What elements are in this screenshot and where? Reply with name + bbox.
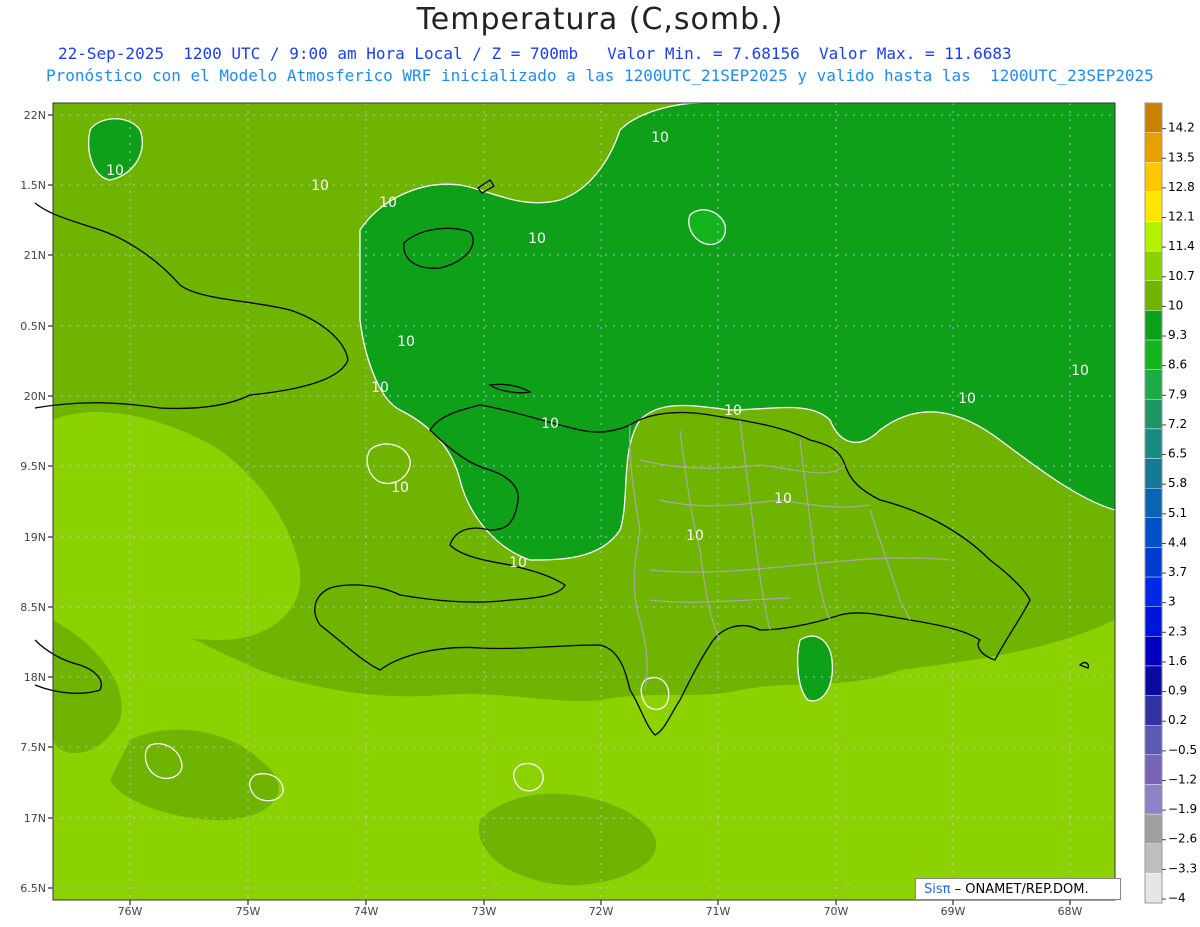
colorbar-label: 2.3 — [1168, 624, 1187, 638]
colorbar-swatch — [1144, 695, 1163, 726]
colorbar-label: 0.9 — [1168, 684, 1187, 698]
colorbar-swatch — [1144, 813, 1163, 844]
colorbar-label: 8.6 — [1168, 358, 1187, 372]
colorbar-swatch — [1144, 606, 1163, 637]
colorbar-swatch — [1144, 754, 1163, 785]
contour-label: 10 — [686, 528, 704, 544]
colorbar-swatch — [1144, 784, 1163, 815]
colorbar-label: 7.9 — [1168, 387, 1187, 401]
lat-label: 22N — [24, 109, 46, 122]
credit-box: Sisπ – ONAMET/REP.DOM. — [915, 878, 1121, 900]
lon-label: 69W — [941, 905, 966, 918]
colorbar-swatch — [1144, 339, 1163, 370]
colorbar-label: −4 — [1168, 891, 1186, 905]
colorbar-label: 3.7 — [1168, 565, 1187, 579]
latitude-labels: 22N 1.5N 21N 0.5N 20N 9.5N 19N 8.5N 18N 7.5N 17N 6.… — [20, 109, 53, 895]
colorbar-label: 9.3 — [1168, 328, 1187, 342]
colorbar-swatch — [1144, 280, 1163, 311]
lat-label: 8.5N — [20, 601, 46, 614]
colorbar-label: 11.4 — [1168, 239, 1195, 253]
colorbar-swatch — [1144, 132, 1163, 163]
colorbar-swatch — [1144, 843, 1163, 874]
contour-label: 10 — [774, 491, 792, 507]
colorbar-swatch — [1144, 310, 1163, 341]
credit-brand: Sisπ — [924, 882, 951, 897]
colorbar-label: 12.1 — [1168, 210, 1195, 224]
lat-label: 17N — [24, 812, 46, 825]
lat-label: 7.5N — [20, 741, 46, 754]
temperature-map: 14.2 13.5 12.8 12.1 11.4 10.7 10 9.3 8.6 7.9 7.2 6.… — [20, 102, 1197, 918]
colorbar-label: 0.2 — [1168, 713, 1187, 727]
colorbar-swatch — [1144, 250, 1163, 281]
lat-label: 9.5N — [20, 460, 46, 473]
colorbar-swatch — [1144, 221, 1163, 252]
lon-label: 72W — [589, 905, 614, 918]
lon-label: 74W — [354, 905, 379, 918]
colorbar-swatch — [1144, 725, 1163, 756]
colorbar-swatch — [1144, 191, 1163, 222]
colorbar-label: 5.8 — [1168, 476, 1187, 490]
colorbar-swatch — [1144, 576, 1163, 607]
colorbar-label: 12.8 — [1168, 180, 1195, 194]
colorbar-swatch — [1144, 428, 1163, 459]
contour-label: 10 — [651, 130, 669, 146]
colorbar-swatch — [1144, 399, 1163, 430]
colorbar-label: 10 — [1168, 298, 1183, 312]
colorbar-label: 3 — [1168, 595, 1176, 609]
colorbar-swatch — [1144, 162, 1163, 193]
colorbar-swatch — [1144, 487, 1163, 519]
colorbar-swatch — [1144, 547, 1163, 578]
contour-label: 10 — [371, 380, 389, 396]
colorbar-label: 6.5 — [1168, 447, 1187, 461]
contour-label: 10 — [509, 555, 527, 571]
contour-label: 10 — [958, 391, 976, 407]
lon-label: 70W — [824, 905, 849, 918]
colorbar-label: −3.3 — [1168, 861, 1197, 875]
contour-label: 10 — [311, 178, 329, 194]
colorbar-label: −0.5 — [1168, 743, 1197, 757]
lat-label: 19N — [24, 531, 46, 544]
colorbar-label: 5.1 — [1168, 506, 1187, 520]
colorbar-label: 7.2 — [1168, 417, 1187, 431]
colorbar-label: 4.4 — [1168, 535, 1187, 549]
colorbar-swatch — [1144, 102, 1163, 133]
lon-label: 73W — [472, 905, 497, 918]
colorbar-label: 13.5 — [1168, 150, 1195, 164]
contour-label: 10 — [724, 403, 742, 419]
lat-label: 18N — [24, 671, 46, 684]
contour-label: 10 — [397, 334, 415, 350]
colorbar-swatch — [1144, 517, 1163, 548]
colorbar-swatch — [1144, 458, 1163, 489]
lat-label: 6.5N — [20, 882, 46, 895]
lon-label: 76W — [118, 905, 143, 918]
colorbar-label: 1.6 — [1168, 654, 1187, 668]
longitude-labels: 76W 75W 74W 73W 72W 71W 70W 69W 68W — [118, 900, 1083, 918]
lat-label: 0.5N — [20, 320, 46, 333]
colorbar-label: 14.2 — [1168, 121, 1195, 135]
contour-label: 10 — [106, 163, 124, 179]
lon-label: 71W — [706, 905, 731, 918]
lat-label: 20N — [24, 390, 46, 403]
colorbar-label: −2.6 — [1168, 832, 1197, 846]
lon-label: 68W — [1058, 905, 1083, 918]
colorbar-swatch — [1144, 369, 1163, 400]
contour-label: 10 — [391, 480, 409, 496]
colorbar-label: −1.2 — [1168, 772, 1197, 786]
colorbar-label: 10.7 — [1168, 269, 1195, 283]
colorbar: 14.2 13.5 12.8 12.1 11.4 10.7 10 9.3 8.6 7.9 7.2 6.… — [1144, 102, 1197, 905]
lon-label: 75W — [236, 905, 261, 918]
colorbar-swatch — [1144, 636, 1163, 667]
colorbar-label: −1.9 — [1168, 802, 1197, 816]
lat-label: 1.5N — [20, 179, 46, 192]
lat-label: 21N — [24, 249, 46, 262]
credit-text: – ONAMET/REP.DOM. — [954, 882, 1089, 897]
colorbar-swatch — [1144, 665, 1163, 696]
contour-label: 10 — [541, 416, 559, 432]
contour-label: 10 — [1071, 363, 1089, 379]
contour-label: 10 — [528, 231, 546, 247]
contour-label: 10 — [379, 195, 397, 211]
colorbar-swatch — [1144, 873, 1163, 904]
